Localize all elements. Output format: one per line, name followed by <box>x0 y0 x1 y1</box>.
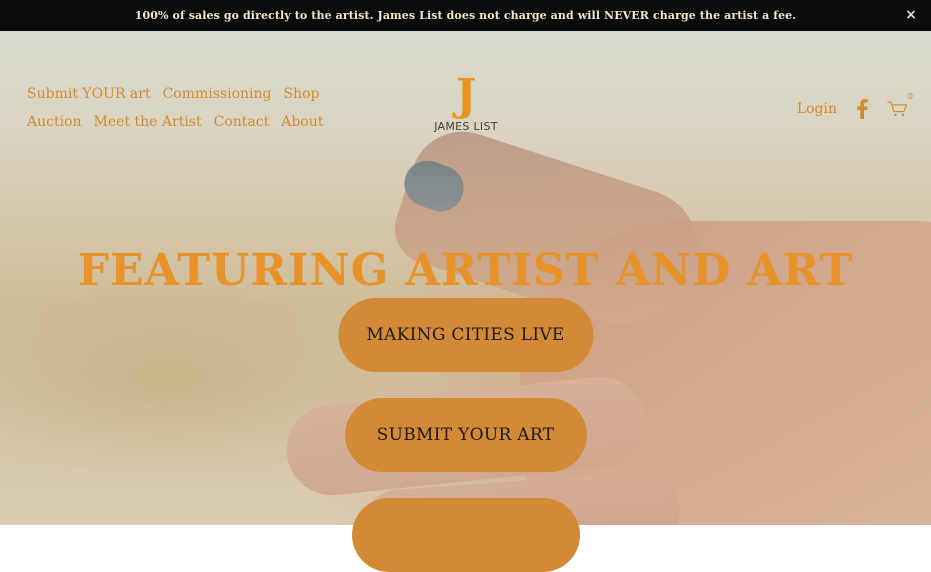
logo-mark: J <box>455 70 477 121</box>
facebook-icon[interactable] <box>851 98 873 120</box>
nav-link-shop[interactable]: Shop <box>284 84 320 104</box>
nav-link-commissioning[interactable]: Commissioning <box>163 84 272 104</box>
announcement-bar: 100% of sales go directly to the artist.… <box>0 0 931 31</box>
announcement-text: 100% of sales go directly to the artist.… <box>134 9 797 22</box>
making-cities-live-button[interactable]: Making Cities Live <box>338 298 593 372</box>
cart-count-badge: 0 <box>907 92 913 101</box>
login-link[interactable]: Login <box>797 101 837 117</box>
nav-link-meet-the-artist[interactable]: Meet the Artist <box>94 112 202 132</box>
site-logo[interactable]: J JAMES LIST <box>430 72 502 134</box>
nav-link-submit-your-art[interactable]: Submit YOUR art <box>27 84 151 104</box>
hero-headline: Featuring Artist and Art <box>77 245 854 297</box>
hero-third-button[interactable] <box>351 498 580 572</box>
close-icon[interactable]: × <box>903 7 919 23</box>
logo-name: JAMES LIST <box>434 120 498 133</box>
nav-row-2: Auction Meet the Artist Contact About <box>27 112 327 132</box>
header-actions: Login 0 <box>797 92 913 120</box>
nav-row-1: Submit YOUR art Commissioning Shop <box>27 84 327 104</box>
nav-link-auction[interactable]: Auction <box>27 112 82 132</box>
nav-link-about[interactable]: About <box>281 112 323 132</box>
submit-your-art-button[interactable]: Submit your Art <box>344 398 587 472</box>
main-navigation: Submit YOUR art Commissioning Shop Aucti… <box>27 84 327 140</box>
cart-icon[interactable]: 0 <box>887 92 913 120</box>
nav-link-contact[interactable]: Contact <box>214 112 270 132</box>
